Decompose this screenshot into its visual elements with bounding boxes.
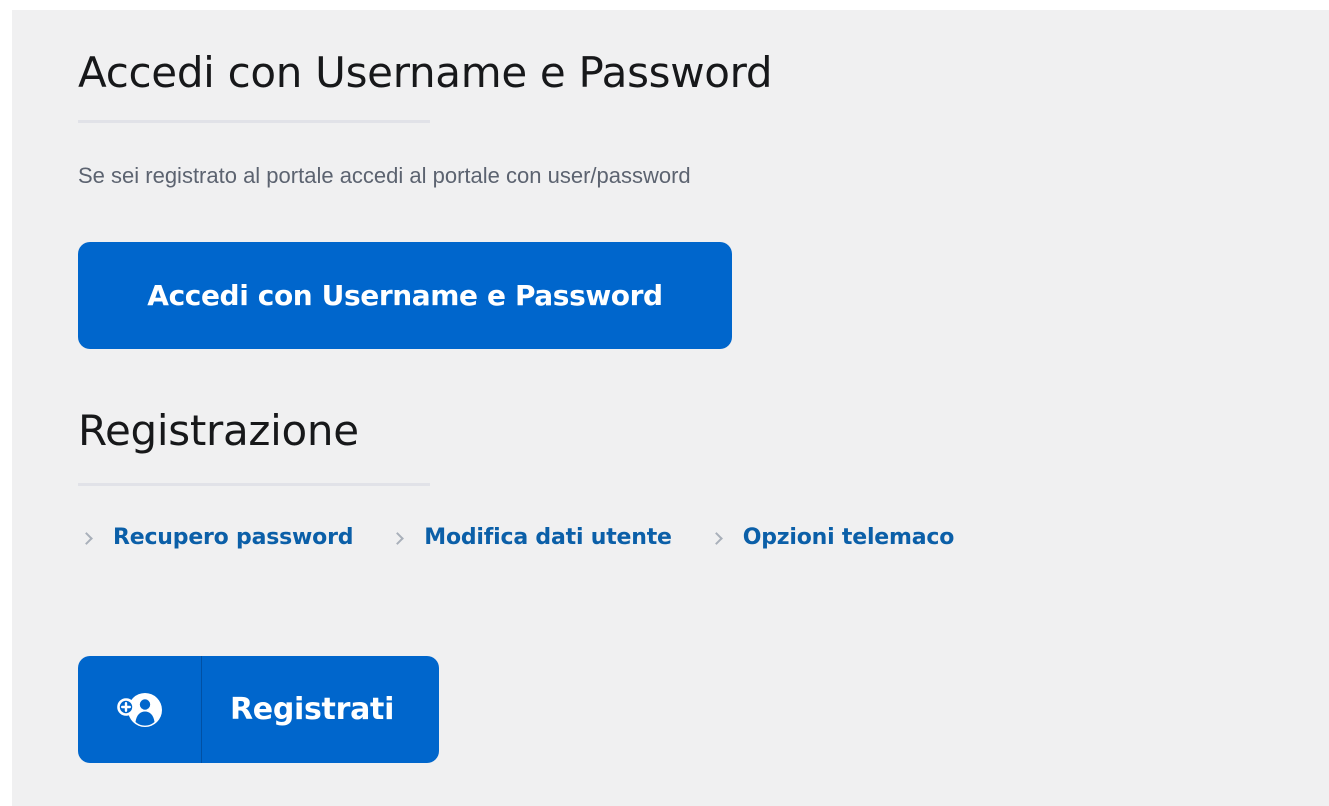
login-section-title: Accedi con Username e Password bbox=[78, 48, 773, 97]
chevron-right-icon bbox=[391, 531, 405, 545]
login-panel: Accedi con Username e Password Se sei re… bbox=[12, 10, 1329, 806]
register-button-label: Registrati bbox=[230, 692, 395, 727]
chevron-right-icon bbox=[709, 531, 723, 545]
title-divider bbox=[78, 483, 430, 486]
user-add-icon-graphic bbox=[116, 692, 162, 727]
title-divider bbox=[78, 120, 430, 123]
login-description: Se sei registrato al portale accedi al p… bbox=[78, 163, 691, 188]
login-button[interactable]: Accedi con Username e Password bbox=[78, 242, 732, 349]
link-label[interactable]: Opzioni telemaco bbox=[743, 527, 955, 549]
link-label[interactable]: Modifica dati utente bbox=[424, 527, 672, 549]
recover-password-link[interactable]: Recupero password bbox=[78, 527, 353, 549]
registration-section-title: Registrazione bbox=[78, 406, 359, 455]
register-button[interactable]: Registrati bbox=[78, 656, 439, 763]
registration-links: Recupero password Modifica dati utente O… bbox=[78, 520, 990, 556]
link-label[interactable]: Recupero password bbox=[113, 527, 353, 549]
user-add-icon bbox=[78, 656, 202, 763]
chevron-right-icon bbox=[80, 531, 93, 545]
edit-user-data-link[interactable]: Modifica dati utente bbox=[389, 527, 672, 549]
telemaco-options-link[interactable]: Opzioni telemaco bbox=[708, 527, 954, 549]
